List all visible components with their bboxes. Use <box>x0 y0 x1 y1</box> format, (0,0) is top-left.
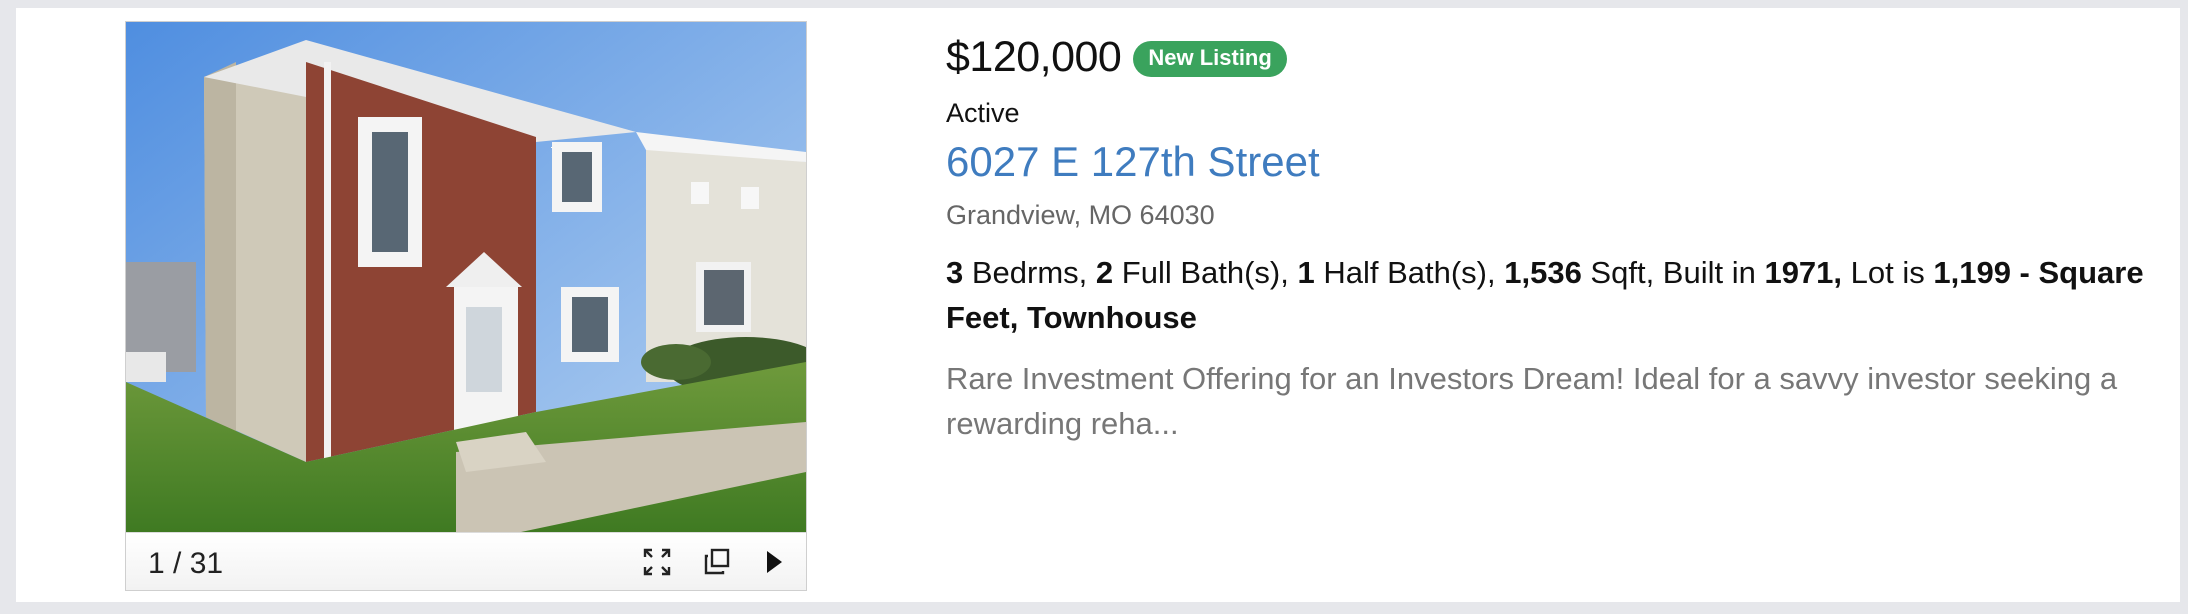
city-state-zip: Grandview, MO 64030 <box>946 200 1215 230</box>
photo-gallery: 1 / 31 <box>125 21 807 591</box>
full-baths-count: 2 <box>1095 255 1114 290</box>
new-listing-badge: New Listing <box>1133 41 1287 77</box>
bedrooms-count: 3 <box>946 255 964 290</box>
property-facts: 3 Bedrms, 2 Full Bath(s), 1 Half Bath(s)… <box>946 250 2146 340</box>
open-in-new-window-icon[interactable] <box>700 545 734 579</box>
listing-card: 1 / 31 $120,000 New Listing Active 6027 … <box>16 8 2180 602</box>
bedrooms-label: Bedrms, <box>963 255 1096 290</box>
listing-address-link[interactable]: 6027 E 127th Street <box>946 138 1320 186</box>
year-built: 1971, <box>1764 255 1843 290</box>
price-row: $120,000 New Listing <box>946 26 2146 88</box>
listing-description: Rare Investment Offering for an Investor… <box>946 361 2118 441</box>
next-photo-button[interactable] <box>756 545 790 579</box>
listing-photo[interactable] <box>126 22 806 532</box>
listing-details: $120,000 New Listing Active 6027 E 127th… <box>946 26 2146 442</box>
gallery-toolbar: 1 / 31 <box>126 532 806 590</box>
photo-counter: 1 / 31 <box>148 547 224 580</box>
half-baths-count: 1 <box>1297 255 1315 290</box>
sqft-label: Sqft, Built in <box>1581 255 1765 290</box>
full-baths-label: Full Bath(s), <box>1113 255 1298 290</box>
listing-status: Active <box>946 98 1020 128</box>
listing-price: $120,000 <box>946 32 1122 81</box>
play-next-icon <box>767 551 782 573</box>
lot-label: Lot is <box>1842 255 1934 290</box>
fullscreen-icon[interactable] <box>640 545 674 579</box>
half-baths-label: Half Bath(s), <box>1314 255 1505 290</box>
sqft-value: 1,536 <box>1504 255 1582 290</box>
